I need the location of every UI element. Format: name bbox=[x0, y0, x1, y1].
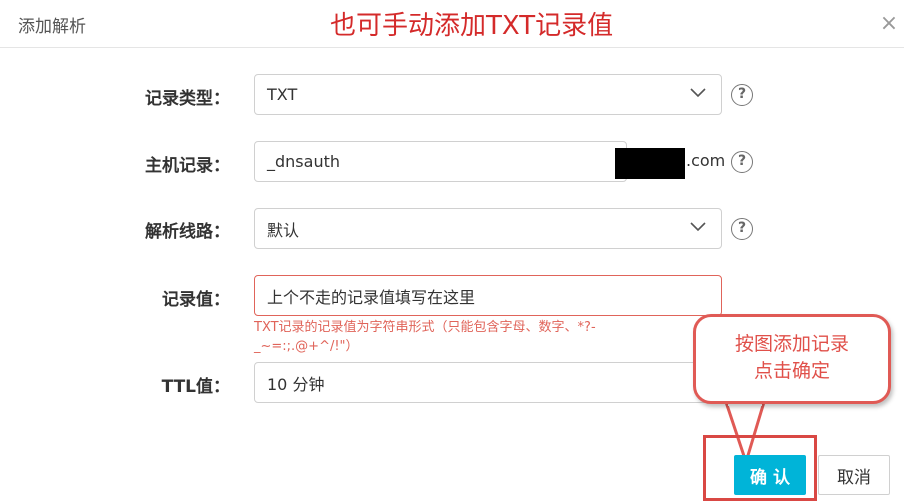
domain-suffix: .com bbox=[686, 151, 726, 170]
host-label: 主机记录： bbox=[145, 156, 230, 176]
line-value: 默认 bbox=[267, 220, 300, 240]
callout-line-2: 点击确定 bbox=[753, 360, 830, 382]
record-value-text: 上个不走的记录值填写在这里 bbox=[267, 287, 476, 307]
record-type-label: 记录类型： bbox=[145, 89, 230, 109]
record-value-label: 记录值： bbox=[162, 290, 230, 310]
ttl-label: TTL值： bbox=[161, 377, 230, 397]
host-help-icon[interactable]: ? bbox=[731, 151, 753, 173]
annotation-title: 也可手动添加TXT记录值 bbox=[330, 11, 614, 41]
record-value-hint: TXT记录的记录值为字符串形式（只能包含字母、数字、*?-_~=:;.@+^/!… bbox=[254, 320, 596, 354]
cancel-button[interactable]: 取消 bbox=[818, 455, 890, 495]
record-value-input[interactable]: 上个不走的记录值填写在这里 bbox=[254, 275, 722, 316]
dialog-title: 添加解析 bbox=[18, 17, 86, 37]
record-type-help-icon[interactable]: ? bbox=[731, 84, 753, 106]
line-help-icon[interactable]: ? bbox=[731, 218, 753, 240]
callout-line-1: 按图添加记录 bbox=[734, 333, 849, 355]
chevron-down-icon bbox=[689, 217, 707, 235]
line-label: 解析线路： bbox=[145, 222, 230, 242]
record-type-value: TXT bbox=[267, 85, 298, 104]
confirm-button[interactable]: 确 认 bbox=[734, 455, 806, 495]
close-icon[interactable]: × bbox=[876, 11, 902, 37]
host-input[interactable]: _dnsauth bbox=[254, 141, 627, 182]
ttl-value: 10 分钟 bbox=[267, 374, 325, 394]
host-value: _dnsauth bbox=[267, 152, 340, 171]
redacted-domain bbox=[615, 148, 685, 179]
line-select[interactable]: 默认 bbox=[254, 208, 722, 249]
ttl-select[interactable]: 10 分钟 bbox=[254, 362, 722, 403]
record-type-select[interactable]: TXT bbox=[254, 74, 722, 115]
callout-annotation: 按图添加记录 点击确定 bbox=[693, 314, 891, 404]
dialog-header: 添加解析 也可手动添加TXT记录值 × bbox=[0, 0, 904, 48]
chevron-down-icon bbox=[689, 83, 707, 101]
